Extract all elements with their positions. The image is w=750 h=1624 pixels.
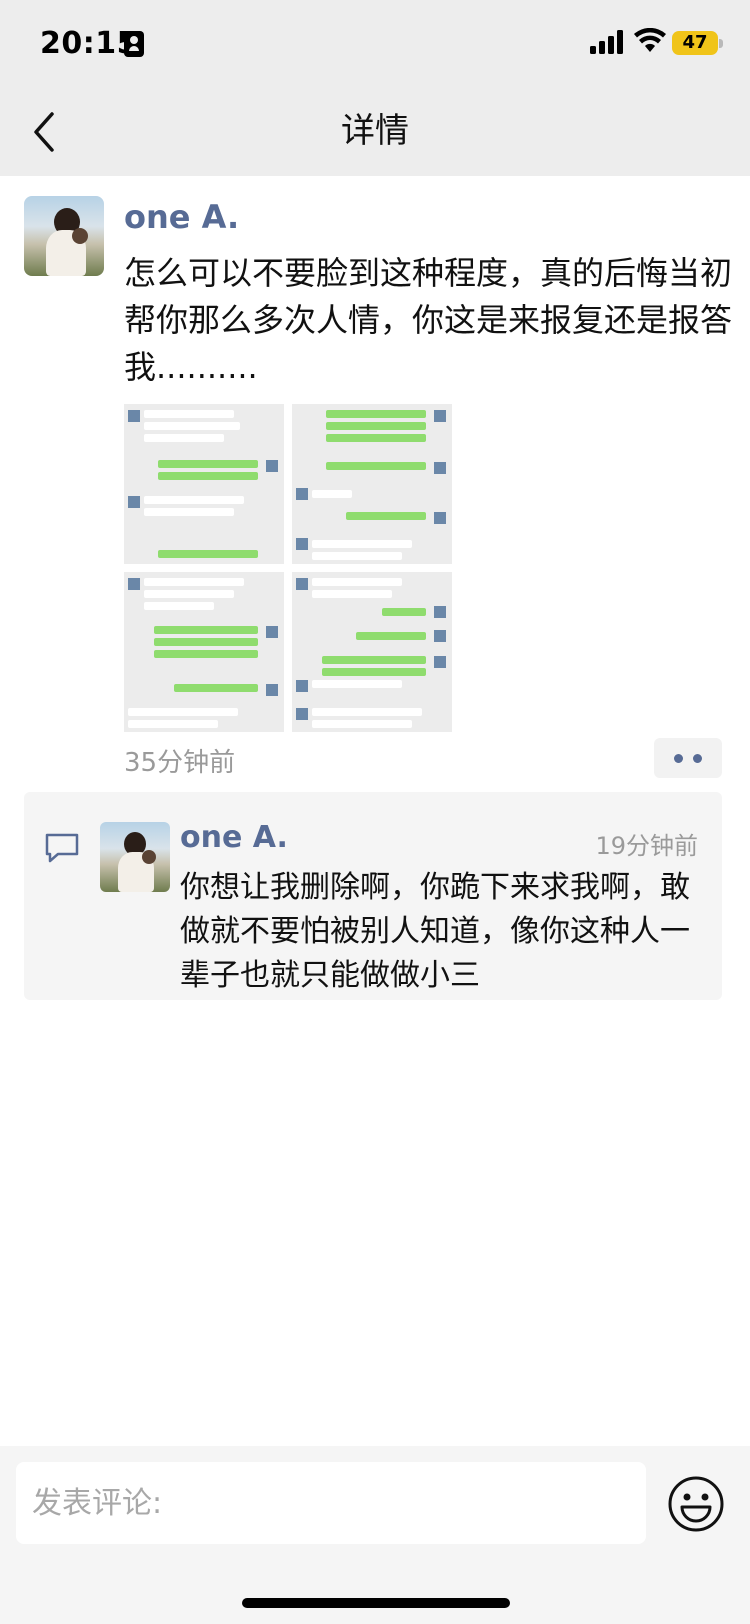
sim-card-icon bbox=[124, 31, 144, 57]
home-indicator bbox=[242, 1598, 510, 1608]
post-text: 怎么可以不要脸到这种程度，真的后悔当初帮你那么多次人情，你这是来报复还是报答我.… bbox=[124, 254, 733, 386]
battery-cap bbox=[719, 39, 723, 48]
post-time: 35分钟前 bbox=[124, 748, 236, 778]
comment-input[interactable] bbox=[16, 1462, 646, 1544]
signal-icon bbox=[590, 30, 623, 54]
comment-time: 19分钟前 bbox=[595, 832, 698, 860]
photo-thumbnail[interactable] bbox=[124, 404, 284, 564]
avatar[interactable] bbox=[24, 196, 104, 276]
comment-author[interactable]: one A. bbox=[180, 820, 288, 855]
photo-thumbnail[interactable] bbox=[124, 572, 284, 732]
comment-bubble-icon bbox=[45, 833, 79, 863]
post-author[interactable]: one A. bbox=[124, 198, 239, 236]
comment-text: 你想让我删除啊，你跪下来求我啊，敢做就不要怕被别人知道，像你这种人一辈子也就只能… bbox=[180, 870, 690, 993]
photo-thumbnail[interactable] bbox=[292, 572, 452, 732]
more-dots-icon[interactable] bbox=[654, 738, 722, 778]
page-title: 详情 bbox=[341, 111, 409, 151]
wifi-icon bbox=[634, 28, 666, 52]
battery-icon: 47 bbox=[672, 31, 718, 55]
comment-avatar[interactable] bbox=[100, 822, 170, 892]
photo-grid bbox=[124, 404, 452, 732]
photo-thumbnail[interactable] bbox=[292, 404, 452, 564]
emoji-smile-icon[interactable] bbox=[666, 1474, 726, 1534]
